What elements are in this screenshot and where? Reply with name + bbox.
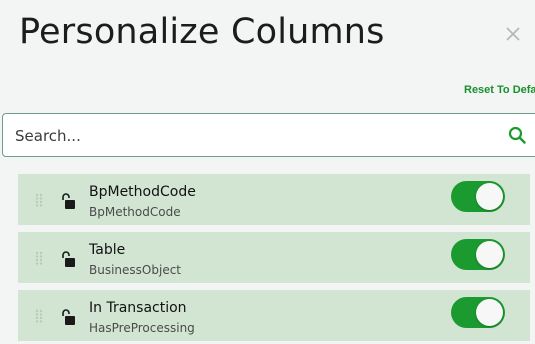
drag-handle-icon[interactable]: [35, 193, 45, 207]
column-field-name: BusinessObject: [89, 263, 181, 277]
unlock-icon[interactable]: [60, 308, 76, 326]
search-icon[interactable]: [508, 126, 526, 144]
dialog-title: Personalize Columns: [19, 12, 385, 52]
unlock-icon[interactable]: [60, 250, 76, 268]
column-row: In Transaction HasPreProcessing: [18, 290, 530, 341]
drag-handle-icon[interactable]: [35, 251, 45, 265]
column-field-name: BpMethodCode: [89, 205, 181, 219]
unlock-icon[interactable]: [60, 192, 76, 210]
visibility-toggle[interactable]: [451, 297, 505, 328]
drag-handle-icon[interactable]: [35, 309, 45, 323]
toggle-knob: [476, 241, 503, 268]
close-icon[interactable]: [503, 24, 523, 44]
toggle-knob: [476, 183, 503, 210]
column-field-name: HasPreProcessing: [89, 321, 195, 335]
visibility-toggle[interactable]: [451, 239, 505, 270]
column-label: In Transaction: [89, 300, 187, 316]
column-label: Table: [89, 242, 126, 258]
personalize-columns-dialog: Personalize Columns Reset To Default: [0, 0, 535, 344]
search-box: [2, 113, 535, 158]
column-row: BpMethodCode BpMethodCode: [18, 174, 530, 225]
visibility-toggle[interactable]: [451, 181, 505, 212]
column-row: Table BusinessObject: [18, 232, 530, 283]
column-label: BpMethodCode: [89, 184, 196, 200]
search-input[interactable]: [13, 114, 487, 158]
toggle-knob: [476, 299, 503, 326]
reset-to-default-link[interactable]: Reset To Default: [464, 84, 535, 96]
